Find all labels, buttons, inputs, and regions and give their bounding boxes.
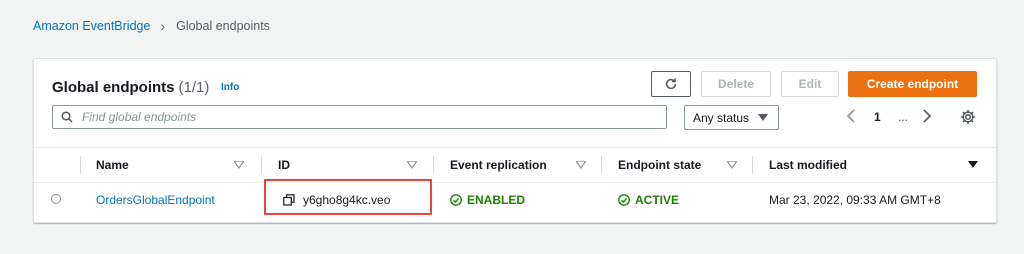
- breadcrumb: Amazon EventBridge › Global endpoints: [33, 18, 270, 34]
- gear-icon[interactable]: [960, 109, 976, 125]
- endpoint-name[interactable]: OrdersGlobalEndpoint: [96, 193, 215, 207]
- check-circle-icon: [618, 194, 630, 206]
- refresh-button[interactable]: [651, 71, 691, 97]
- sort-desc-icon[interactable]: [968, 161, 978, 169]
- row-select-radio[interactable]: [51, 194, 61, 204]
- event-replication-status: ENABLED: [450, 182, 525, 218]
- search-input[interactable]: Find global endpoints: [52, 105, 667, 129]
- breadcrumb-current: Global endpoints: [176, 19, 270, 33]
- column-header-label: Endpoint state: [618, 158, 702, 172]
- info-link[interactable]: Info: [221, 82, 239, 93]
- table-row[interactable]: OrdersGlobalEndpoint y6gho8g4kc.veo ENAB…: [34, 179, 996, 218]
- panel-title-text: Global endpoints: [52, 79, 175, 96]
- search-icon: [61, 111, 73, 123]
- endpoints-panel: Global endpoints (1/1) Info Delete Edit C…: [33, 58, 997, 223]
- panel-title: Global endpoints (1/1): [52, 79, 209, 96]
- column-header-name[interactable]: Name: [96, 148, 129, 182]
- refresh-icon: [665, 78, 677, 90]
- caret-down-icon: [758, 114, 768, 121]
- column-divider: [80, 156, 81, 174]
- sort-icon[interactable]: [576, 161, 586, 169]
- create-endpoint-button[interactable]: Create endpoint: [848, 71, 977, 97]
- endpoint-id-cell: y6gho8g4kc.veo: [283, 182, 390, 218]
- column-divider: [752, 156, 753, 174]
- column-header-last-modified[interactable]: Last modified: [769, 148, 847, 182]
- column-header-label: Event replication: [450, 158, 547, 172]
- column-header-endpoint-state[interactable]: Endpoint state: [618, 148, 701, 182]
- endpoint-state-status: ACTIVE: [618, 182, 679, 218]
- column-header-event-replication[interactable]: Event replication: [450, 148, 547, 182]
- current-page[interactable]: 1: [874, 110, 881, 124]
- event-replication-text: ENABLED: [467, 193, 526, 207]
- endpoint-name-link[interactable]: OrdersGlobalEndpoint: [96, 182, 215, 218]
- search-placeholder: Find global endpoints: [82, 110, 197, 124]
- status-select-value: Any status: [693, 110, 750, 125]
- column-divider: [433, 156, 434, 174]
- chevron-left-icon[interactable]: [846, 109, 856, 123]
- pagination-ellipsis: ...: [898, 110, 909, 124]
- sort-icon[interactable]: [727, 161, 737, 169]
- endpoint-state-text: ACTIVE: [635, 193, 680, 207]
- sort-icon[interactable]: [234, 161, 244, 169]
- breadcrumb-root-link[interactable]: Amazon EventBridge: [33, 19, 150, 33]
- endpoint-id: y6gho8g4kc.veo: [303, 193, 391, 207]
- column-header-label: Last modified: [769, 158, 848, 172]
- edit-button[interactable]: Edit: [781, 71, 839, 97]
- column-header-id[interactable]: ID: [278, 148, 290, 182]
- sort-icon[interactable]: [407, 161, 417, 169]
- table-header: Name ID Event replication Endpoint state…: [34, 147, 996, 183]
- delete-button[interactable]: Delete: [701, 71, 771, 97]
- check-circle-icon: [450, 194, 462, 206]
- status-select[interactable]: Any status: [684, 105, 779, 130]
- column-divider: [261, 156, 262, 174]
- last-modified-text: Mar 23, 2022, 09:33 AM GMT+8: [769, 193, 941, 207]
- column-header-label: Name: [96, 158, 129, 172]
- column-header-label: ID: [278, 158, 290, 172]
- panel-count: (1/1): [178, 79, 210, 96]
- chevron-right-icon[interactable]: [922, 109, 932, 123]
- last-modified-cell: Mar 23, 2022, 09:33 AM GMT+8: [769, 182, 941, 218]
- copy-icon[interactable]: [283, 194, 295, 206]
- chevron-right-icon: ›: [160, 18, 166, 34]
- column-divider: [601, 156, 602, 174]
